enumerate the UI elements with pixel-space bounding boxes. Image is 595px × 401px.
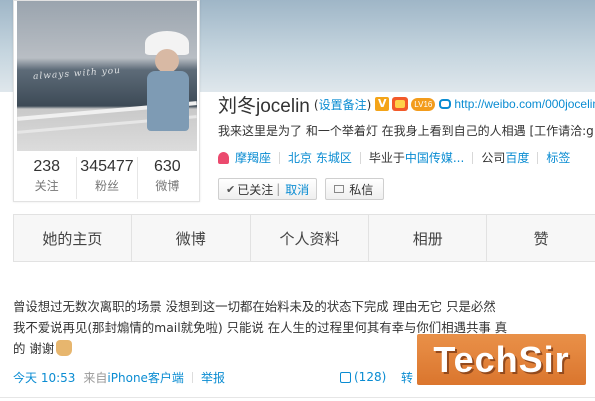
set-remark-link[interactable]: 设置备注	[319, 98, 367, 112]
stat-value: 238	[33, 158, 61, 175]
stat-value: 345477	[80, 158, 134, 175]
private-message-button[interactable]: 私信	[325, 178, 385, 200]
followed-label: 已关注	[237, 182, 274, 197]
tab-home[interactable]: 她的主页	[14, 215, 132, 261]
profile-name-row: 刘冬jocelin (设置备注) V LV16 http://weibo.com…	[218, 92, 595, 117]
school-link[interactable]: 中国传媒...	[405, 149, 464, 166]
tab-likes[interactable]: 赞	[487, 215, 595, 261]
post-line: 曾设想过无数次离职的场景 没想到这一切都在始料未及的状态下完成 理由无它 只是必…	[13, 299, 496, 314]
female-icon	[218, 151, 229, 164]
vip-crown-icon[interactable]	[392, 97, 409, 111]
verified-v-icon[interactable]: V	[375, 97, 390, 111]
tab-album[interactable]: 相册	[369, 215, 488, 261]
thumbs-up-icon	[340, 371, 351, 383]
post-time-link[interactable]: 今天 10:53	[13, 369, 75, 386]
company-prefix: 公司	[481, 151, 506, 165]
stat-label: 关注	[34, 179, 59, 193]
company-link[interactable]: 百度	[505, 149, 529, 166]
zodiac-link[interactable]: 摩羯座	[235, 149, 271, 166]
avatar-caption: always with you	[32, 65, 122, 83]
avatar-card: always with you 238 关注 345477 粉丝 630 微博	[13, 0, 200, 202]
check-icon: ✔	[226, 182, 236, 196]
profile-description: 我来这里是为了 和一个举着灯 在我身上看到自己的人相遇 [工作请洽:g	[218, 124, 594, 138]
profile-url[interactable]: http://weibo.com/000jocelin	[439, 97, 595, 111]
follow-status-button[interactable]: ✔ 已关注 | 取消	[218, 178, 318, 200]
forward-link[interactable]: 转	[401, 369, 413, 386]
stat-followers[interactable]: 345477 粉丝	[77, 157, 138, 199]
stat-value: 630	[153, 158, 181, 175]
avatar[interactable]: always with you	[17, 1, 197, 151]
tags-link[interactable]: 标签	[546, 149, 570, 166]
stat-following[interactable]: 238 关注	[17, 157, 78, 199]
remark-wrapper: (设置备注)	[313, 97, 372, 112]
profile-name: 刘冬jocelin	[218, 95, 310, 117]
level-badge[interactable]: LV16	[411, 97, 436, 111]
stat-label: 粉丝	[94, 179, 119, 193]
location-link[interactable]: 北京 东城区	[288, 149, 352, 166]
divider	[0, 397, 595, 398]
link-icon	[439, 99, 452, 109]
source-link[interactable]: iPhone客户端	[107, 371, 184, 385]
watermark-text: TechSir	[433, 338, 570, 380]
tab-profile-info[interactable]: 个人资料	[250, 215, 370, 261]
like-count: (128)	[354, 370, 387, 384]
profile-tabs: 她的主页 微博 个人资料 相册 赞	[13, 214, 595, 262]
profile-info-tags: 摩羯座 北京 东城区 毕业于 中国传媒... 公司 百度 标签	[218, 149, 570, 166]
unfollow-link[interactable]: 取消	[285, 181, 309, 198]
profile-stats: 238 关注 345477 粉丝 630 微博	[17, 157, 197, 199]
school-prefix: 毕业于	[368, 151, 405, 165]
stat-label: 微博	[155, 179, 180, 193]
praying-hands-icon	[56, 340, 73, 356]
post-source: 来自iPhone客户端	[83, 370, 184, 385]
profile-actions: ✔ 已关注 | 取消 私信	[218, 178, 385, 200]
like-button[interactable]: (128)	[340, 370, 386, 384]
envelope-icon	[334, 185, 345, 193]
message-label: 私信	[349, 182, 374, 197]
report-link[interactable]: 举报	[201, 369, 225, 386]
tab-weibo[interactable]: 微博	[131, 215, 251, 261]
techsir-watermark: TechSir	[417, 334, 586, 385]
stat-posts[interactable]: 630 微博	[138, 157, 197, 199]
